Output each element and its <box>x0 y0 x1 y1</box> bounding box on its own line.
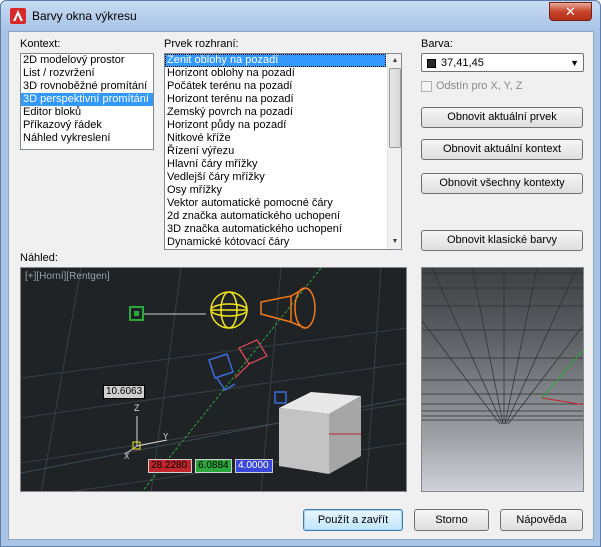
coord-y-value: 6.0884 <box>195 459 232 473</box>
main-preview: [+][Horní][Rentgen] 10.6063 Z Y X 28.228… <box>20 267 407 492</box>
preview-label: Náhled: <box>20 252 58 264</box>
y-axis-label: Y <box>163 432 169 441</box>
coord-x-value: 28.2280 <box>148 459 192 473</box>
scroll-thumb[interactable] <box>389 68 401 148</box>
scroll-down-icon[interactable]: ▼ <box>389 236 401 248</box>
z-axis-label: Z <box>134 403 140 413</box>
element-items: Zenit oblohy na pozadí Horizont oblohy na… <box>165 54 401 249</box>
context-label: Kontext: <box>20 38 61 50</box>
window-title: Barvy okna výkresu <box>32 9 137 23</box>
camera-glyph-icon <box>208 353 236 392</box>
cube-icon <box>279 392 361 474</box>
context-list-item[interactable]: 2D modelový prostor <box>21 54 153 67</box>
element-list-item[interactable]: Horizont oblohy na pozadí <box>165 67 386 80</box>
element-list-item[interactable]: Horizont půdy na pozadí <box>165 119 386 132</box>
color-label: Barva: <box>421 38 453 50</box>
chevron-down-icon: ▼ <box>570 58 579 68</box>
light-icon <box>234 339 268 379</box>
box-marker-icon <box>274 391 287 404</box>
restore-all-contexts-button[interactable]: Obnovit všechny kontexty <box>421 173 583 194</box>
green-axis <box>541 349 583 399</box>
context-list-item[interactable]: Náhled vykreslení <box>21 132 153 145</box>
snap-marker-inner <box>134 311 139 316</box>
restore-context-button[interactable]: Obnovit aktuální kontext <box>421 139 583 160</box>
interface-element-label: Prvek rozhraní: <box>164 38 239 50</box>
x-axis-label: X <box>124 452 130 461</box>
autocad-logo-icon <box>10 8 26 24</box>
context-list-item[interactable]: 3D perspektivní promítání <box>21 93 153 106</box>
perspective-grid <box>422 268 583 425</box>
element-list-item[interactable]: Vektor automatické pomocné čáry <box>165 197 386 210</box>
color-combo[interactable]: 37,41,45 ▼ <box>421 53 584 72</box>
close-button[interactable]: ✕ <box>549 2 592 21</box>
checkbox-box[interactable] <box>421 81 432 92</box>
context-list-item[interactable]: Editor bloků <box>21 106 153 119</box>
camera-icon <box>260 287 316 329</box>
element-list-item[interactable]: 3D značka automatického uchopení <box>165 223 386 236</box>
cancel-button[interactable]: Storno <box>414 509 489 531</box>
restore-element-button[interactable]: Obnovit aktuální prvek <box>421 107 583 128</box>
context-list-item[interactable]: 3D rovnoběžné promítání <box>21 80 153 93</box>
element-list-item[interactable]: Horizont terénu na pozadí <box>165 93 386 106</box>
color-value: 37,41,45 <box>441 57 484 69</box>
coord-z-value: 4.0000 <box>235 459 273 473</box>
element-list-item[interactable]: Vedlejší čáry mřížky <box>165 171 386 184</box>
apply-and-close-button[interactable]: Použít a zavřít <box>303 509 403 531</box>
scroll-up-icon[interactable]: ▲ <box>389 55 401 67</box>
context-list-item[interactable]: List / rozvržení <box>21 67 153 80</box>
sky-sphere-icon <box>210 291 248 329</box>
perspective-preview <box>421 267 584 492</box>
element-list-item[interactable]: Řízení výřezu <box>165 145 386 158</box>
tint-xyz-checkbox[interactable]: Odstín pro X, Y, Z <box>421 80 584 94</box>
element-list-item[interactable]: Počátek terénu na pozadí <box>165 80 386 93</box>
restore-classic-colors-button[interactable]: Obnovit klasické barvy <box>421 230 583 251</box>
element-list-item[interactable]: Zemský povrch na pozadí <box>165 106 386 119</box>
element-list-item[interactable]: Hlavní čáry mřížky <box>165 158 386 171</box>
context-list-item[interactable]: Příkazový řádek <box>21 119 153 132</box>
help-button[interactable]: Nápověda <box>500 509 583 531</box>
interface-element-listbox[interactable]: Zenit oblohy na pozadí Horizont oblohy na… <box>164 53 402 250</box>
element-list-item[interactable]: 2d značka automatického uchopení <box>165 210 386 223</box>
element-list-item[interactable]: Dynamické kótovací čáry <box>165 236 386 249</box>
tint-xyz-label: Odstín pro X, Y, Z <box>436 80 523 92</box>
dialog-client: Kontext: 2D modelový prostor List / rozvr… <box>8 31 594 540</box>
dimension-value: 10.6063 <box>103 385 146 399</box>
title-bar[interactable]: Barvy okna výkresu ✕ <box>1 1 600 31</box>
element-list-item[interactable]: Zenit oblohy na pozadí <box>165 54 386 67</box>
dialog-window: Barvy okna výkresu ✕ Kontext: 2D modelov… <box>0 0 601 547</box>
color-swatch <box>427 59 436 68</box>
element-list-item[interactable]: Nitkové kříže <box>165 132 386 145</box>
close-icon: ✕ <box>565 3 576 19</box>
viewport-label[interactable]: [+][Horní][Rentgen] <box>25 271 110 282</box>
context-listbox[interactable]: 2D modelový prostor List / rozvržení 3D ro… <box>20 53 154 150</box>
element-list-scrollbar[interactable]: ▲ ▼ <box>387 54 401 249</box>
element-list-item[interactable]: Osy mřížky <box>165 184 386 197</box>
